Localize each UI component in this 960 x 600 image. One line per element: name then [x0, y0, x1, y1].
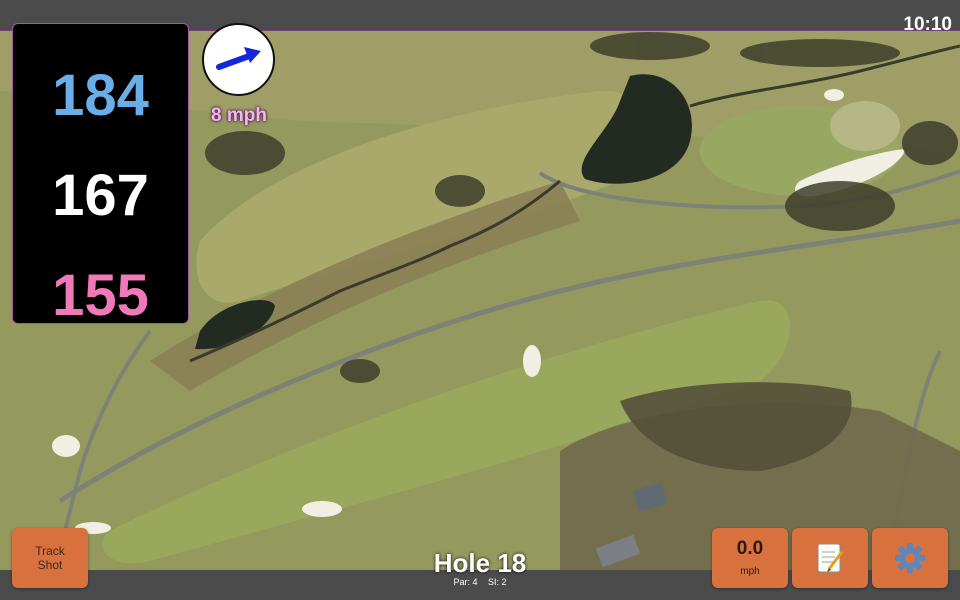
gear-icon	[895, 543, 925, 573]
hole-info: Par: 4 SI: 2	[380, 577, 580, 587]
clock-time: 10:10	[903, 14, 952, 35]
wind-speed-label: 8 mph	[211, 105, 267, 126]
hole-title: Hole 18	[433, 548, 527, 578]
hole-par: Par: 4	[453, 577, 478, 587]
front-distance: 155	[52, 263, 149, 328]
hole-stroke-index: SI: 2	[488, 577, 507, 587]
notes-button[interactable]	[792, 528, 868, 588]
wind-indicator	[202, 23, 275, 96]
wind-speed-unit: mph	[740, 566, 760, 577]
notepad-icon	[817, 543, 844, 573]
wind-speed-button[interactable]: 0.0 mph	[712, 528, 788, 588]
back-distance: 184	[52, 63, 149, 128]
wind-direction-arrow-icon	[216, 47, 261, 70]
wind-speed-value: 0.0	[736, 538, 764, 559]
middle-distance: 167	[52, 163, 149, 228]
settings-button[interactable]	[872, 528, 948, 588]
distance-panel: 184 167 155	[12, 23, 189, 328]
track-shot-button[interactable]: Track Shot	[12, 528, 88, 588]
